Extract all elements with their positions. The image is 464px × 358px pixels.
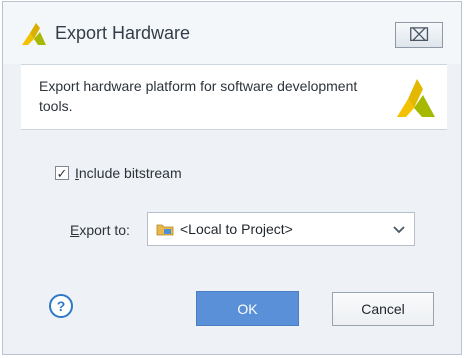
help-button[interactable]: ?: [49, 294, 73, 318]
title-bar[interactable]: Export Hardware ⌧: [3, 2, 461, 64]
include-bitstream-checkbox[interactable]: ✓: [55, 166, 69, 180]
export-to-label: Export to:: [70, 222, 130, 238]
checkmark-icon: ✓: [56, 165, 68, 181]
header-panel: Export hardware platform for software de…: [21, 64, 447, 130]
window-title: Export Hardware: [55, 23, 191, 43]
export-to-value: <Local to Project>: [180, 221, 293, 237]
ok-button[interactable]: OK: [196, 291, 299, 326]
close-icon: ⌧: [408, 24, 430, 45]
folder-icon: [156, 224, 174, 236]
chevron-down-icon[interactable]: [392, 222, 406, 236]
xilinx-logo-icon: [22, 23, 46, 45]
header-description: Export hardware platform for software de…: [39, 78, 358, 114]
close-button[interactable]: ⌧: [395, 22, 443, 48]
xilinx-logo-icon: [397, 79, 435, 117]
cancel-button[interactable]: Cancel: [332, 292, 434, 326]
include-bitstream-option[interactable]: ✓ Include bitstream: [55, 165, 182, 181]
export-hardware-dialog: Export Hardware ⌧ Export hardware platfo…: [2, 1, 462, 355]
include-bitstream-label[interactable]: Include bitstream: [75, 165, 182, 181]
export-to-dropdown[interactable]: <Local to Project>: [147, 212, 415, 246]
help-icon: ?: [56, 298, 66, 314]
